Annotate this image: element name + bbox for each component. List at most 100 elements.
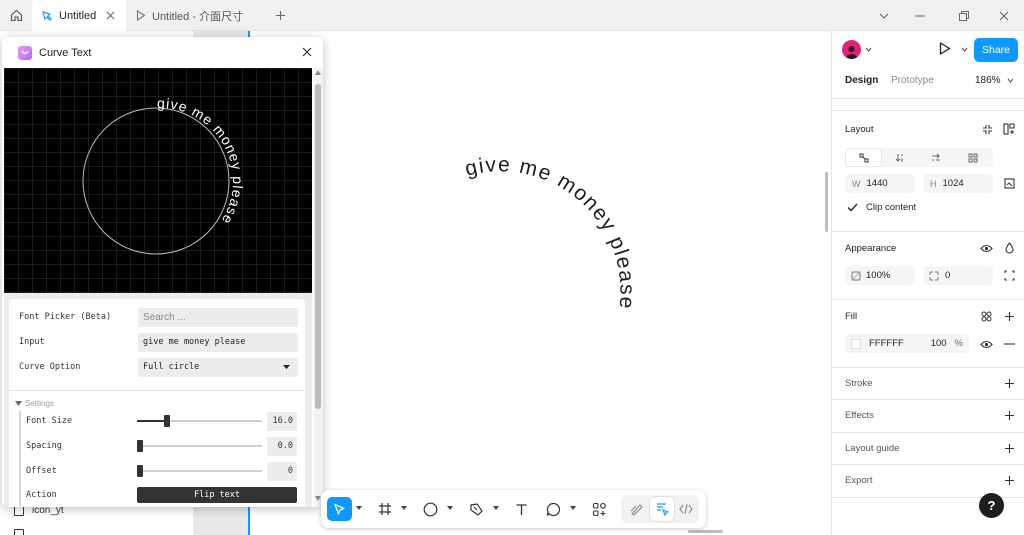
cursor-icon: [334, 503, 345, 515]
scroll-up-icon[interactable]: [315, 70, 321, 75]
shape-tool-caret[interactable]: [447, 506, 453, 510]
plugin-scrollbar[interactable]: [314, 68, 323, 507]
ellipse-icon: [423, 502, 437, 516]
canvas-vertical-scrollbar[interactable]: [825, 172, 828, 232]
user-icon: [845, 46, 858, 59]
opacity-icon: [851, 271, 861, 280]
styles-grid-icon[interactable]: [979, 309, 993, 323]
tab-design[interactable]: Design: [845, 70, 878, 90]
independent-corners-icon[interactable]: [1002, 268, 1016, 282]
offset-input[interactable]: 0: [267, 461, 297, 481]
height-input[interactable]: H 1024: [923, 174, 993, 193]
width-input[interactable]: W 1440: [845, 174, 915, 193]
layout-horizontal-button[interactable]: [918, 149, 953, 166]
droplet-icon[interactable]: [1002, 241, 1016, 255]
clip-content-label: Clip content: [866, 202, 917, 213]
remove-fill-icon[interactable]: [1002, 337, 1016, 351]
shape-tool-button[interactable]: [418, 497, 442, 521]
layout-grid-button[interactable]: [955, 149, 990, 166]
spacing-label: Spacing: [26, 441, 62, 451]
layout-direction-group: [845, 148, 993, 167]
close-tab-icon[interactable]: [102, 11, 118, 20]
chevron-down-icon[interactable]: [865, 47, 872, 52]
layout-section-title: Layout: [845, 124, 874, 135]
dev-mode-button[interactable]: [674, 497, 698, 521]
minimize-button[interactable]: [900, 0, 940, 31]
plugins-button[interactable]: [587, 497, 611, 521]
tab-prototype[interactable]: Prototype: [891, 70, 934, 90]
pen-tool-button[interactable]: [464, 497, 488, 521]
curve-option-select[interactable]: Full circle: [138, 357, 298, 377]
settings-toggle[interactable]: Settings: [15, 399, 54, 408]
comment-icon: [546, 502, 560, 516]
auto-layout-icon[interactable]: [1002, 122, 1016, 136]
frame-tool-button[interactable]: [373, 497, 397, 521]
fill-visibility-icon[interactable]: [979, 337, 993, 351]
canvas-horizontal-scrollbar[interactable]: [688, 530, 723, 533]
zoom-menu[interactable]: 186%: [975, 70, 1014, 90]
font-size-input[interactable]: 16.0: [267, 411, 297, 431]
divider: [832, 399, 1024, 400]
slider-handle[interactable]: [164, 415, 171, 427]
text-input[interactable]: give me money please: [138, 332, 298, 352]
add-effect-icon[interactable]: [1002, 408, 1016, 422]
share-button[interactable]: Share: [974, 38, 1018, 62]
font-search-placeholder: Search ...: [143, 311, 186, 323]
fill-swatch[interactable]: [851, 338, 861, 349]
height-value: 1024: [942, 178, 964, 189]
layer-item-partial[interactable]: [14, 529, 32, 535]
opacity-input[interactable]: 100%: [845, 266, 915, 285]
tab-untitled[interactable]: Untitled: [32, 0, 126, 31]
draw-mode-button[interactable]: [625, 497, 649, 521]
avatar[interactable]: [842, 40, 861, 59]
resize-to-fit-icon[interactable]: [1002, 176, 1016, 190]
present-button[interactable]: [939, 42, 951, 60]
tab-untitled-size[interactable]: Untitled - 介面尺寸: [127, 0, 265, 31]
home-button[interactable]: [0, 0, 32, 31]
close-window-button[interactable]: [984, 0, 1024, 31]
plugin-close-button[interactable]: [299, 44, 315, 60]
move-tool-caret[interactable]: [356, 506, 362, 510]
curve-text-plugin-window: Curve Text give me money please Font Pic…: [2, 37, 323, 507]
slider-handle[interactable]: [137, 440, 143, 452]
pen-icon: [469, 502, 483, 516]
new-tab-button[interactable]: [272, 7, 289, 24]
chevron-down-icon[interactable]: [961, 47, 968, 52]
fill-color-input[interactable]: FFFFFF 100 %: [845, 334, 969, 353]
dropdown-window-button[interactable]: [864, 0, 904, 31]
frame-tool-caret[interactable]: [401, 506, 407, 510]
comment-tool-button[interactable]: [541, 497, 565, 521]
design-mode-button[interactable]: [650, 497, 674, 521]
plugin-scroll-thumb[interactable]: [315, 84, 321, 409]
font-size-slider[interactable]: [137, 411, 262, 431]
move-tool-button[interactable]: [327, 497, 352, 521]
spacing-slider[interactable]: [137, 436, 262, 456]
offset-slider[interactable]: [137, 461, 262, 481]
help-button[interactable]: ?: [979, 493, 1004, 518]
font-search-input[interactable]: Search ...: [138, 307, 298, 327]
add-fill-icon[interactable]: [1002, 309, 1016, 323]
collapse-icon[interactable]: [980, 122, 994, 136]
pen-tool-caret[interactable]: [493, 506, 499, 510]
appearance-section-title: Appearance: [845, 243, 897, 254]
add-layout-guide-icon[interactable]: [1002, 441, 1016, 455]
zoom-value: 186%: [975, 74, 1001, 86]
add-export-icon[interactable]: [1002, 473, 1016, 487]
spacing-input[interactable]: 0.0: [267, 436, 297, 456]
text-tool-button[interactable]: [509, 497, 533, 521]
eye-icon[interactable]: [979, 241, 993, 255]
curved-text: give me money please: [463, 153, 637, 311]
layout-freeform-button[interactable]: [846, 149, 881, 166]
layout-vertical-button[interactable]: [882, 149, 917, 166]
restore-button[interactable]: [944, 0, 984, 31]
slider-handle[interactable]: [137, 465, 143, 477]
comment-tool-caret[interactable]: [570, 506, 576, 510]
corner-radius-input[interactable]: 0: [923, 266, 993, 285]
canvas[interactable]: give me money please: [250, 31, 831, 535]
clip-content-checkbox[interactable]: Clip content: [845, 202, 916, 213]
add-stroke-icon[interactable]: [1002, 376, 1016, 390]
curve-option-row: Curve Option Full circle: [19, 357, 299, 377]
curved-text-layer[interactable]: give me money please: [250, 31, 831, 535]
flip-text-button[interactable]: Flip text: [137, 487, 297, 503]
font-picker-label: Font Picker (Beta): [19, 312, 112, 322]
